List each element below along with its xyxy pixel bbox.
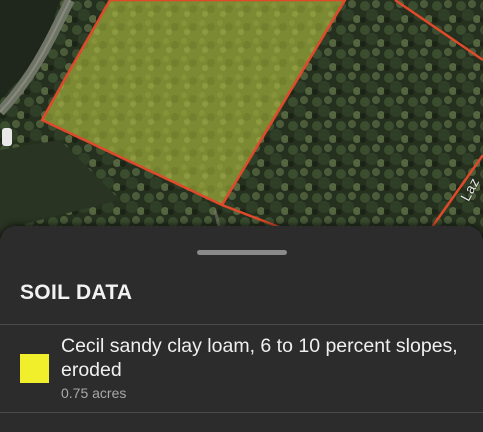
satellite-map[interactable]: Laz [0,0,483,250]
sheet-title: SOIL DATA [20,281,133,304]
soil-name: Cecil sandy clay loam, 6 to 10 percent s… [61,335,458,381]
soil-color-swatch [20,354,49,383]
map-imagery [0,0,483,250]
drag-handle[interactable] [197,250,287,255]
soil-list-item[interactable]: Cecil sandy clay loam, 6 to 10 percent s… [0,324,483,412]
divider [0,412,483,413]
soil-data-sheet[interactable]: SOIL DATA Cecil sandy clay loam, 6 to 10… [0,226,483,432]
soil-acres: 0.75 acres [61,385,127,401]
